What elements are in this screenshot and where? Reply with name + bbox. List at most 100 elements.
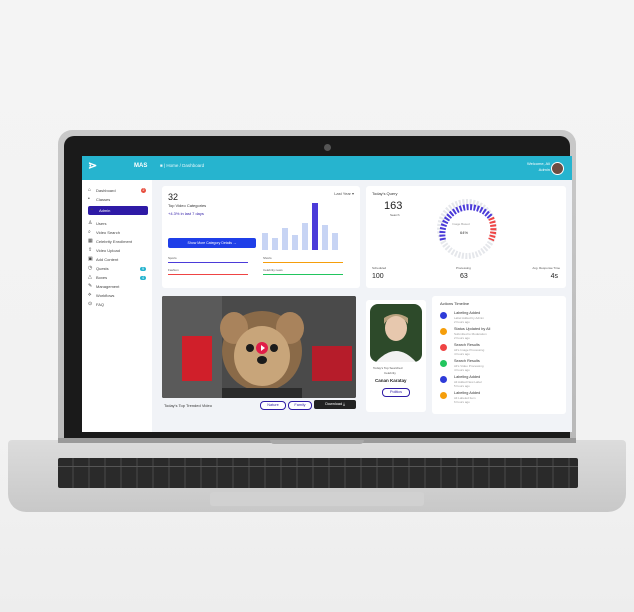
sidebar-item-boxes[interactable]: △ Boxes 4 xyxy=(88,275,146,280)
celebrity-name: Canan Karatay xyxy=(375,378,407,383)
timeline-time: 6 hours ago xyxy=(454,400,470,404)
stat-value-response: 4s xyxy=(550,273,558,280)
show-more-button[interactable]: Show More Category Details → xyxy=(168,238,256,248)
stat-label-processing: Processing xyxy=(456,266,471,270)
sidebar-item-label: Dashboard xyxy=(96,188,116,193)
timeline-title[interactable]: Labeling Added xyxy=(454,375,480,379)
sidebar-item-label: FAQ xyxy=(96,302,105,307)
timeline-title[interactable]: Labeling Added xyxy=(454,311,480,315)
sidebar-item-admin[interactable]: • Admin xyxy=(88,206,148,215)
warning-icon: △ xyxy=(88,274,92,280)
sidebar-item-label: Quests xyxy=(96,266,109,271)
query-title: Today's Query xyxy=(372,191,398,196)
timeline-time: 4 hours ago xyxy=(454,352,470,356)
sidebar-item-classes[interactable]: • Classes xyxy=(88,196,146,203)
sidebar-item-label: Users xyxy=(96,221,107,226)
legend-label: Fashion xyxy=(168,268,179,272)
celebrity-photo[interactable] xyxy=(370,304,422,362)
growth-text: +4.3% in last 7 days xyxy=(168,211,204,216)
range-select[interactable]: Last Year ▾ xyxy=(334,191,354,196)
sidebar-item-workflows[interactable]: ⟡ Workflows xyxy=(88,292,146,299)
category-bar xyxy=(322,225,328,250)
sidebar-item-celebrity-enrollment[interactable]: ▦ Celebrity Enrollment xyxy=(88,238,146,245)
category-bar xyxy=(272,237,278,250)
legend-label: Celebrity news xyxy=(263,268,283,272)
timeline-time: 2 hours ago xyxy=(454,336,470,340)
card-title: Top Video Categories xyxy=(168,203,207,208)
user-icon: ♙ xyxy=(88,220,93,226)
add-icon: ▣ xyxy=(88,256,93,262)
sidebar-item-label: Management xyxy=(96,284,120,289)
legend-line xyxy=(168,274,248,275)
dot-icon: • xyxy=(88,196,90,202)
sidebar-item-quests[interactable]: ◷ Quests 9 xyxy=(88,266,146,271)
sidebar-item-management[interactable]: ✎ Management xyxy=(88,284,146,290)
category-bar xyxy=(282,227,288,250)
tag-family[interactable]: Family xyxy=(288,401,312,410)
sidebar-item-label: Video Search xyxy=(96,230,120,235)
sidebar-item-dashboard[interactable]: ⌂ Dashboard 2 xyxy=(88,188,146,193)
avatar[interactable] xyxy=(551,162,564,175)
top-bar xyxy=(82,156,572,180)
query-gauge xyxy=(437,199,497,259)
timeline-time: 4 hours ago xyxy=(454,368,470,372)
timeline-title[interactable]: Labeling Added xyxy=(454,391,480,395)
timeline-title[interactable]: Search Results xyxy=(454,359,480,363)
sidebar-item-add-content[interactable]: ▣ Add Content xyxy=(88,256,146,263)
app-logo-icon[interactable]: ⋗ xyxy=(88,159,102,173)
grid-icon: ▦ xyxy=(88,238,93,244)
legend-label: Shorts xyxy=(263,256,272,260)
timeline-title: Actions Timeline xyxy=(440,301,470,306)
timeline-dot-icon xyxy=(440,360,447,367)
category-bar xyxy=(302,222,308,250)
category-bar xyxy=(312,202,318,250)
sidebar-item-label: Classes xyxy=(96,197,111,202)
category-bar xyxy=(262,232,268,250)
sidebar-item-label: Workflows xyxy=(96,293,115,298)
sidebar-item-label: Celebrity Enrollment xyxy=(96,239,133,244)
home-icon: ⌂ xyxy=(88,187,92,193)
legend-line xyxy=(263,262,343,263)
user-info[interactable]: Welcome, Ali Admin xyxy=(527,161,550,173)
play-icon[interactable] xyxy=(256,342,268,354)
sidebar-item-video-search[interactable]: ⌕ Video Search xyxy=(88,230,146,236)
brand-name: MAS xyxy=(134,163,148,169)
sidebar-item-label: Admin xyxy=(99,208,111,213)
keyboard-row-divider xyxy=(58,466,578,467)
category-bar xyxy=(332,232,338,250)
celebrity-caption-2: Celebrity xyxy=(384,371,396,375)
webcam xyxy=(324,144,331,151)
flow-icon: ⟡ xyxy=(88,292,92,298)
bar-chart xyxy=(262,200,346,250)
top-categories-card: 32 Top Video Categories +4.3% in last 7 … xyxy=(162,186,360,288)
stat-label-response: Avg. Response Time xyxy=(532,266,560,270)
legend-line xyxy=(168,262,248,263)
user-role: Admin xyxy=(538,167,550,172)
sidebar-item-users[interactable]: ♙ Users xyxy=(88,220,146,227)
trackpad xyxy=(210,492,424,506)
download-button[interactable]: Download ⤓ xyxy=(314,400,356,409)
timeline-title[interactable]: Search Results xyxy=(454,343,480,347)
todays-query-card: Today's Query 163 Search Image Based 64%… xyxy=(366,186,566,288)
legend-line xyxy=(263,274,343,275)
sidebar-item-faq[interactable]: ⊙ FAQ xyxy=(88,301,146,308)
keyboard xyxy=(58,458,578,488)
category-bar xyxy=(292,235,298,250)
timeline-dot-icon xyxy=(440,344,447,351)
top-video-thumbnail[interactable] xyxy=(162,296,356,398)
category-legend: Sports Shorts Fashion Celebrity news xyxy=(168,256,354,286)
help-icon: ⊙ xyxy=(88,301,93,307)
sidebar-item-video-upload[interactable]: ⇪ Video Upload xyxy=(88,248,146,254)
tag-politics[interactable]: Politics xyxy=(382,388,410,397)
timeline-dot-icon xyxy=(440,376,447,383)
category-count: 32 xyxy=(168,192,179,202)
gauge-label: Image Based xyxy=(452,222,470,226)
stat-value-scheduled: 100 xyxy=(372,273,384,280)
timeline-dot-icon xyxy=(440,392,447,399)
timeline-time: 5 hours ago xyxy=(454,384,470,388)
sidebar-item-label: Boxes xyxy=(96,275,108,280)
tag-nature[interactable]: Nature xyxy=(260,401,286,410)
timeline-title[interactable]: Status Updated by Ali xyxy=(454,327,490,331)
breadcrumb[interactable]: ■ | Home / Dashboard xyxy=(160,163,204,168)
count-pill: 4 xyxy=(140,275,146,280)
